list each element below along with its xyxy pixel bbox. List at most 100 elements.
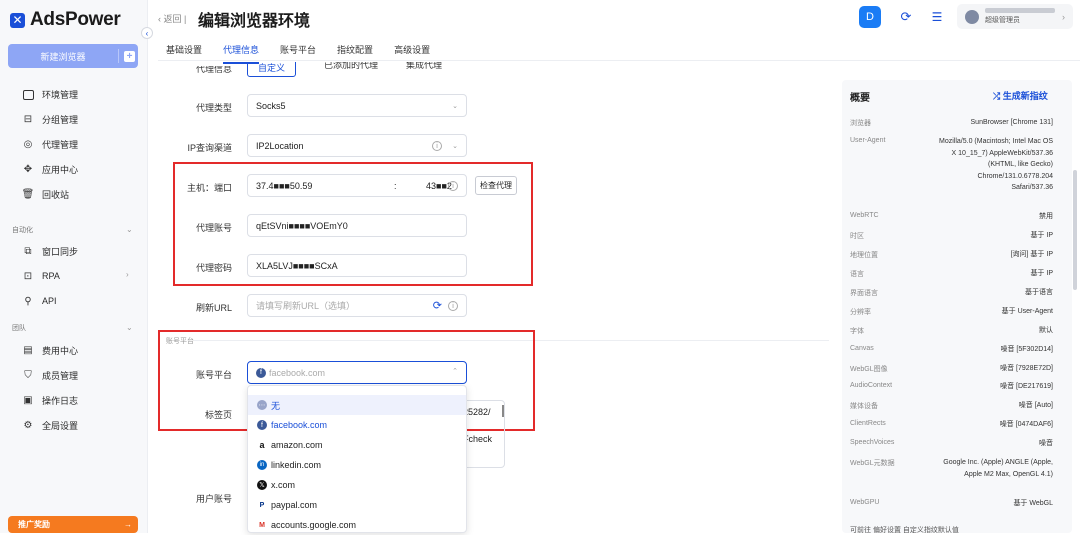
sidebar-item-group[interactable]: ⊟ 分组管理 (22, 113, 78, 126)
host-input[interactable]: 37.4■■■50.59:43■■2 i (247, 174, 467, 197)
chevron-right-icon[interactable]: › (126, 270, 129, 279)
sync-icon: ⧉ (24, 246, 32, 257)
summary-value: Google Inc. (Apple) ANGLE (Apple, Apple … (943, 459, 1053, 478)
dropdown-option-paypal[interactable]: Ppaypal.com (248, 495, 466, 515)
summary-value: 基于 IP (1030, 232, 1053, 239)
platform-placeholder: facebook.com (269, 367, 326, 378)
summary-key: SpeechVoices (850, 439, 895, 446)
app-badge-icon[interactable]: D (859, 6, 881, 28)
new-browser-button[interactable]: 新建浏览器 + (8, 44, 138, 68)
dropdown-option-google[interactable]: Maccounts.google.com (248, 515, 466, 535)
refresh-url-input[interactable]: 请填写刷新URL（选填） ⟳ i (247, 294, 467, 317)
dropdown-option-x[interactable]: 𝕏x.com (248, 475, 466, 495)
sidebar-item-label: 代理管理 (42, 140, 79, 150)
summary-key: Canvas (850, 345, 874, 352)
sidebar-item-label: 回收站 (42, 190, 70, 200)
arrow-right-icon: → (124, 520, 132, 529)
chevron-down-icon[interactable]: ⌄ (126, 225, 133, 234)
sidebar-item-settings[interactable]: ⚙ 全局设置 (22, 419, 79, 432)
summary-value: 噪音 [DE217619] (1000, 383, 1053, 390)
option-label: 无 (271, 400, 281, 411)
rpa-icon: ⊡ (23, 270, 33, 282)
scrollbar[interactable] (502, 405, 504, 417)
chevron-right-icon: › (1062, 11, 1065, 22)
summary-scrollbar[interactable] (1073, 170, 1077, 290)
user-menu[interactable]: 超级管理员 › (957, 4, 1073, 29)
sidebar-item-apps[interactable]: ✥ 应用中心 (22, 163, 78, 176)
chevron-down-icon[interactable]: ⌄ (126, 323, 133, 332)
refresh-icon[interactable]: ⟳ (433, 299, 442, 312)
summary-value: 默认 (1039, 327, 1053, 334)
proxy-icon: ◎ (23, 139, 33, 150)
divider (118, 49, 119, 63)
sidebar-item-members[interactable]: ⛉ 成员管理 (22, 369, 78, 382)
sidebar-item-env[interactable]: 环境管理 (22, 88, 78, 101)
list-icon (22, 89, 34, 101)
sidebar-item-sync[interactable]: ⧉ 窗口同步 (22, 245, 78, 258)
back-button[interactable]: ‹ 返回 | (158, 12, 186, 25)
user-role: 超级管理员 (985, 8, 1055, 25)
dropdown-option-none[interactable]: ⋯ 无 (248, 395, 466, 415)
chevron-down-icon: ⌄ (452, 103, 458, 110)
proxy-password-input[interactable]: XLA5LVJ■■■■SCxA (247, 254, 467, 277)
sidebar-item-label: RPA (42, 271, 60, 281)
proxy-account-value: qEtSVni■■■■VOEmY0 (256, 220, 348, 231)
tabs-text-line-2: Fcheck (463, 434, 493, 444)
info-icon[interactable]: i (448, 181, 458, 191)
sidebar-item-billing[interactable]: ▤ 费用中心 (22, 344, 78, 357)
summary-key: WebGL元数据 (850, 460, 895, 467)
sidebar-item-logs[interactable]: ▣ 操作日志 (22, 394, 78, 407)
summary-key: AudioContext (850, 382, 893, 389)
summary-value: 基于语言 (1025, 289, 1053, 296)
summary-value: 基于 IP (1030, 270, 1053, 277)
page-title: 编辑浏览器环境 (198, 13, 311, 30)
chevron-up-icon: ⌃ (452, 368, 458, 375)
trash-icon: 🗑 (21, 189, 35, 200)
summary-footer[interactable]: 可前往 偏好设置 自定义指纹默认值 (850, 525, 959, 533)
ip-channel-select[interactable]: IP2Location i ⌄ (247, 134, 467, 157)
gmail-icon: M (257, 520, 267, 530)
dropdown-option-amazon[interactable]: a amazon.com (248, 435, 466, 455)
tab-divider (158, 60, 1080, 61)
refresh-icon[interactable]: ⟳ (895, 6, 917, 28)
shield-icon: ⛉ (24, 370, 32, 381)
shuffle-icon: ⤮ (993, 91, 1001, 101)
sidebar-item-trash[interactable]: 🗑 回收站 (22, 188, 69, 201)
summary-key: WebRTC (850, 212, 879, 219)
collapse-sidebar-button[interactable]: ‹ (141, 27, 153, 39)
sidebar-item-label: 分组管理 (42, 115, 79, 125)
port-separator: : (394, 180, 397, 191)
info-icon[interactable]: i (432, 141, 442, 151)
platform-select[interactable]: f facebook.com ⌃ (247, 361, 467, 384)
log-icon: ▣ (23, 395, 33, 406)
proxy-type-label: 代理类型 (195, 103, 232, 113)
dropdown-option-facebook[interactable]: f facebook.com (248, 415, 466, 435)
promo-label: 推广奖励 (18, 520, 50, 529)
sidebar-item-api[interactable]: ⚲ API (22, 295, 56, 307)
sidebar-item-label: 操作日志 (42, 396, 79, 406)
summary-key: 界面语言 (850, 290, 878, 297)
promo-button[interactable]: 推广奖励 → (8, 516, 138, 533)
summary-key: 媒体设备 (850, 403, 878, 410)
folder-icon: ⊟ (23, 114, 33, 125)
summary-key: ClientRects (850, 420, 886, 427)
proxy-account-input[interactable]: qEtSVni■■■■VOEmY0 (247, 214, 467, 237)
chevron-down-icon: ⌄ (452, 143, 458, 150)
tabs-label: 标签页 (204, 410, 232, 420)
facebook-icon: f (256, 367, 266, 378)
info-icon[interactable]: i (448, 301, 458, 311)
section-automation: 自动化 (12, 227, 33, 234)
sidebar-item-rpa[interactable]: ⊡ RPA (22, 270, 60, 282)
ip-channel-label: IP查询渠道 (187, 143, 232, 153)
plus-icon[interactable]: + (124, 50, 135, 62)
summary-key: User-Agent (850, 137, 886, 144)
generate-fingerprint-button[interactable]: ⤮ 生成新指纹 (993, 89, 1048, 102)
task-list-icon[interactable]: ☰ (926, 6, 948, 28)
host-value: 37.4■■■50.59 (256, 180, 313, 191)
dropdown-option-linkedin[interactable]: in linkedin.com (248, 455, 466, 475)
sidebar-item-label: 费用中心 (42, 346, 79, 356)
check-proxy-button[interactable]: 检查代理 (475, 176, 517, 195)
proxy-type-select[interactable]: Socks5 ⌄ (247, 94, 467, 117)
sidebar-item-proxy[interactable]: ◎ 代理管理 (22, 138, 78, 151)
option-label: accounts.google.com (271, 520, 357, 530)
